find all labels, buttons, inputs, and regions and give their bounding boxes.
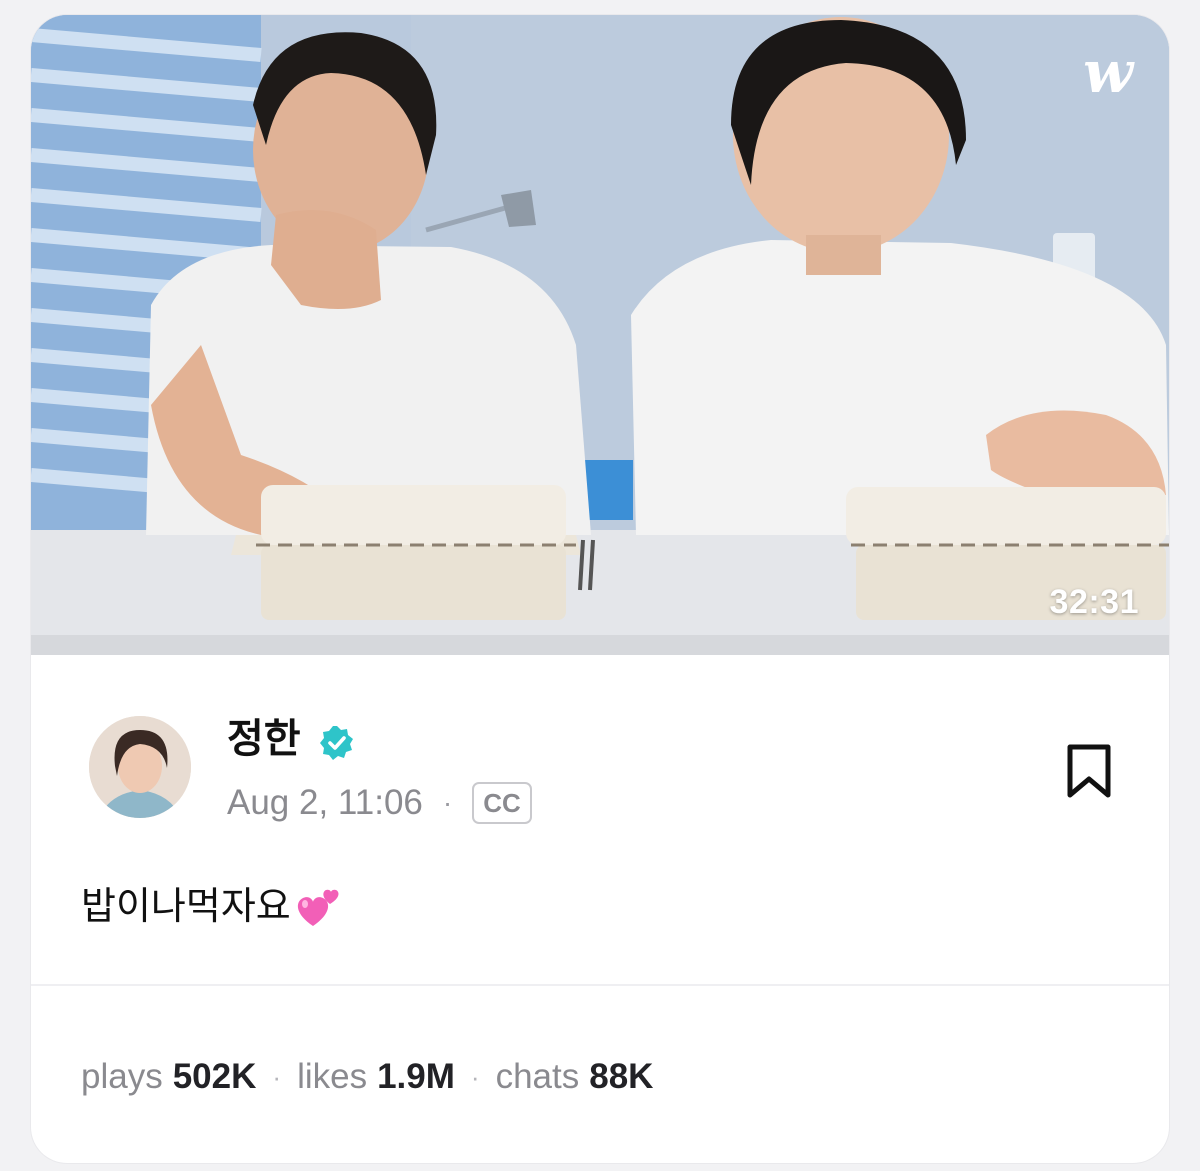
avatar[interactable] bbox=[89, 716, 191, 818]
post-meta: Aug 2, 11:06 · CC bbox=[227, 779, 532, 827]
weverse-logo: w bbox=[1083, 38, 1133, 106]
chats-label: chats bbox=[495, 1057, 580, 1096]
post-caption: 밥이나먹자요 bbox=[81, 883, 343, 931]
likes-value: 1.9M bbox=[377, 1057, 455, 1096]
stat-separator: · bbox=[470, 1062, 480, 1092]
likes-label: likes bbox=[297, 1057, 368, 1096]
post-stats: plays 502K · likes 1.9M · chats 88K bbox=[81, 1055, 653, 1099]
chats-value: 88K bbox=[589, 1057, 654, 1096]
meta-separator: · bbox=[442, 787, 453, 818]
caption-text: 밥이나먹자요 bbox=[81, 886, 291, 928]
thumbnail-image bbox=[31, 15, 1169, 655]
post-card: w 32:31 정한 Aug 2, 11:06 · CC 밥이나먹자요 play… bbox=[31, 15, 1169, 1163]
video-thumbnail[interactable]: w 32:31 bbox=[31, 15, 1169, 655]
cc-badge: CC bbox=[472, 782, 532, 824]
plays-value: 502K bbox=[172, 1057, 257, 1096]
divider bbox=[31, 984, 1169, 986]
plays-label: plays bbox=[81, 1057, 163, 1096]
post-date: Aug 2, 11:06 bbox=[227, 783, 423, 822]
avatar-image bbox=[89, 716, 191, 818]
video-duration: 32:31 bbox=[1049, 583, 1139, 621]
verified-badge-icon bbox=[320, 726, 353, 760]
author-name[interactable]: 정한 bbox=[227, 715, 301, 763]
bookmark-icon[interactable] bbox=[1064, 743, 1114, 799]
stat-separator: · bbox=[272, 1062, 282, 1092]
two-hearts-icon bbox=[297, 889, 339, 926]
